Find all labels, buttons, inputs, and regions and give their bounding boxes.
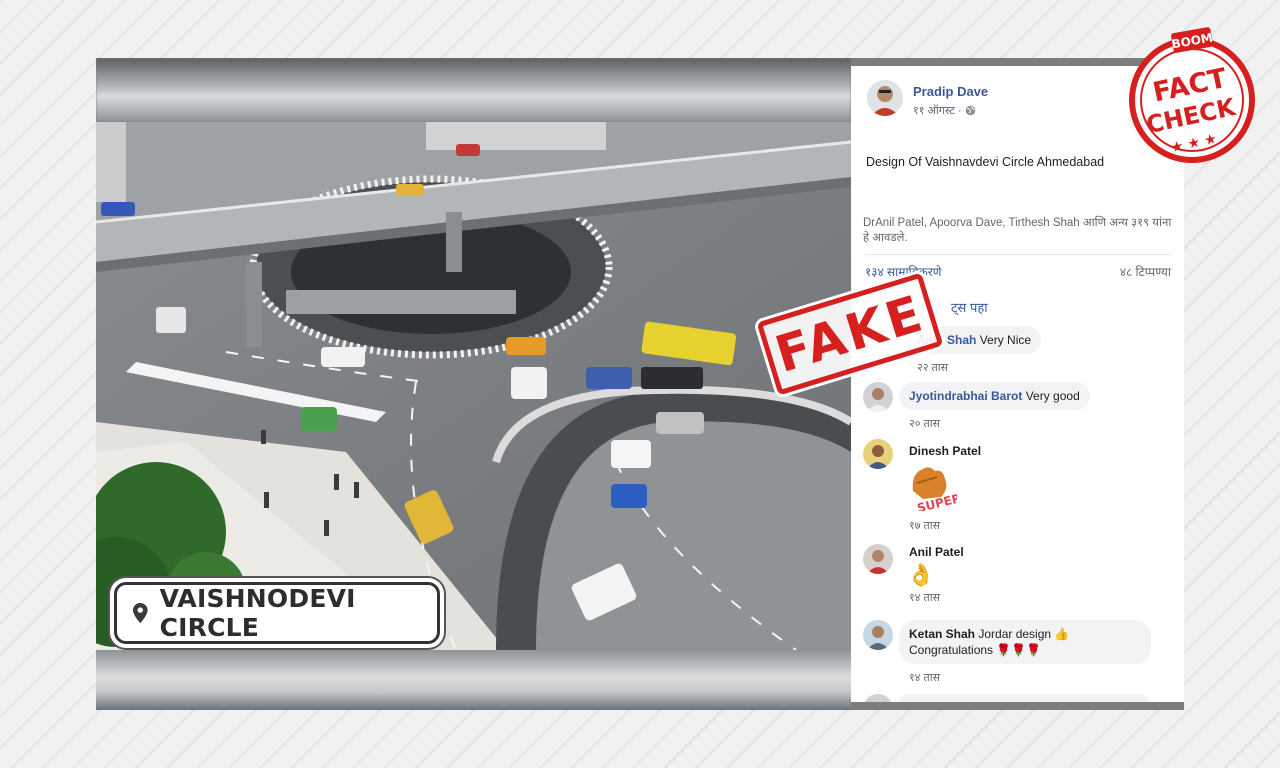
comment-time[interactable]: २२ तास [917, 360, 1041, 375]
comment-item: Ketan Shah Jordar design 👍 Congratulatio… [863, 620, 1151, 685]
comment-item: Anil Patel 👌 १४ तास [863, 544, 974, 605]
comment-text: Very good [1025, 389, 1080, 403]
blurred-bottom-band [96, 650, 851, 710]
boom-fact-check-badge: BOOM FACT CHECK ★ ★ ★ [1129, 27, 1255, 163]
flyover-render-image [96, 122, 851, 650]
comment-bubble [899, 694, 1149, 702]
comment-time[interactable]: २० तास [909, 416, 1090, 431]
likers-line[interactable]: DrAnil Patel, Apoorva Dave, Tirthesh Sha… [863, 216, 1173, 246]
comment-text: Jordar design 👍 [978, 627, 1070, 641]
commenter-avatar[interactable] [863, 544, 893, 574]
comment-text: Very Nice [979, 333, 1032, 347]
post-header: Pradip Dave ११ ऑगस्ट · [867, 80, 988, 118]
location-label-text: VAISHNODEVI CIRCLE [159, 584, 356, 642]
post-date: ११ ऑगस्ट · [913, 105, 962, 117]
comments-count[interactable]: ४८ टिप्पण्या [1120, 263, 1171, 280]
author-avatar[interactable] [867, 80, 903, 116]
commenter-avatar[interactable] [863, 382, 893, 412]
globe-icon [966, 105, 976, 116]
ok-hand-emoji: 👌 [907, 562, 935, 587]
blurred-top-band [96, 58, 851, 122]
comment-time[interactable]: १७ तास [909, 518, 991, 533]
comment-bubble: Jyotindrabhai Barot Very good [899, 382, 1090, 410]
comment-item: Dinesh Patel SUPER! १७ तास [863, 439, 991, 533]
comment-body: Dinesh Patel [899, 439, 991, 459]
comment-text-line2: Congratulations 🌹🌹🌹 [909, 643, 1042, 657]
commenter-avatar[interactable] [863, 694, 893, 702]
map-pin-icon [133, 602, 148, 624]
post-text: Design Of Vaishnavdevi Circle Ahmedabad [866, 155, 1105, 169]
comment-author[interactable]: Anil Patel [909, 545, 964, 559]
comment-time[interactable]: १४ तास [909, 590, 974, 605]
view-more-comments-link[interactable]: ट्स पहा [951, 298, 988, 316]
location-label: VAISHNODEVI CIRCLE [114, 582, 440, 644]
comment-author[interactable]: Jyotindrabhai Barot [909, 389, 1022, 403]
author-name[interactable]: Pradip Dave [913, 84, 988, 99]
author-photo [867, 80, 903, 116]
comment-time[interactable]: १४ तास [909, 670, 1151, 685]
commenter-avatar[interactable] [863, 439, 893, 469]
comment-item: Jyotindrabhai Barot Very good २० तास [863, 382, 1090, 431]
post-timestamp[interactable]: ११ ऑगस्ट · [913, 103, 988, 118]
comment-author[interactable]: Ketan Shah [909, 627, 975, 641]
super-sticker: SUPER! [912, 467, 968, 515]
comment-bubble: Ketan Shah Jordar design 👍 Congratulatio… [899, 620, 1151, 664]
comment-author[interactable]: Dinesh Patel [909, 444, 981, 458]
commenter-avatar[interactable] [863, 620, 893, 650]
comment-body: Anil Patel [899, 544, 974, 560]
screenshot-frame: VAISHNODEVI CIRCLE Pradip Dave ११ ऑगस्ट … [96, 58, 1184, 710]
